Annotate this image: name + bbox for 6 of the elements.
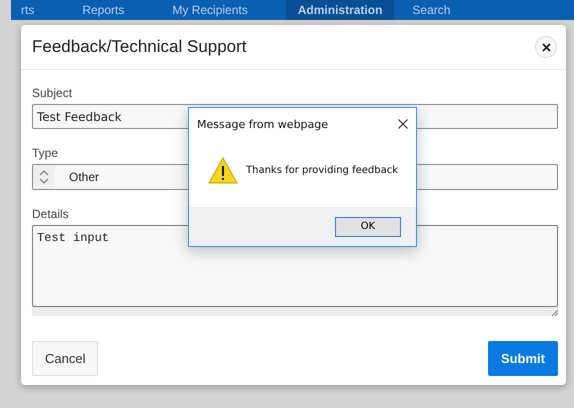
alert-message: Thanks for providing feedback bbox=[246, 165, 398, 176]
field-label: Type bbox=[32, 146, 58, 160]
field-label: Details bbox=[32, 207, 69, 221]
modal-title: Feedback/Technical Support bbox=[32, 37, 247, 57]
alert-title: Message from webpage bbox=[197, 118, 328, 130]
field-label: Subject bbox=[32, 86, 72, 100]
